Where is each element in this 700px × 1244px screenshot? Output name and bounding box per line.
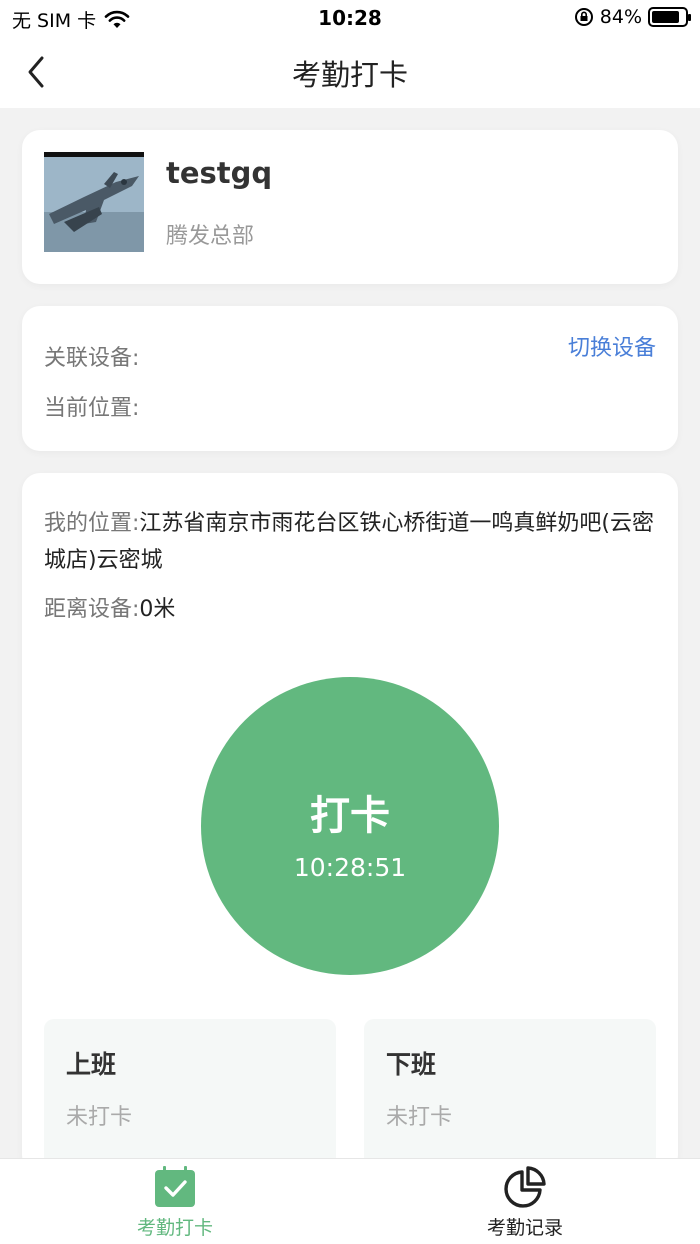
shift-status: 未打卡 bbox=[386, 1099, 452, 1131]
distance-line: 距离设备:0米 bbox=[44, 591, 175, 623]
shift-title: 下班 bbox=[386, 1045, 436, 1081]
punch-time: 10:28:51 bbox=[201, 853, 499, 882]
distance-label: 距离设备: bbox=[44, 597, 139, 622]
jet-image bbox=[44, 152, 144, 252]
calendar-check-icon bbox=[153, 1165, 197, 1209]
nav-bar: 考勤打卡 bbox=[0, 38, 700, 108]
tab-attendance-punch[interactable]: 考勤打卡 bbox=[0, 1159, 350, 1244]
switch-device-button[interactable]: 切换设备 bbox=[568, 330, 656, 362]
punch-button[interactable]: 打卡 10:28:51 bbox=[201, 677, 499, 975]
battery-text: 84% bbox=[600, 6, 642, 28]
page-title: 考勤打卡 bbox=[0, 52, 700, 94]
shift-title: 上班 bbox=[66, 1045, 116, 1081]
distance-value: 0米 bbox=[139, 597, 175, 622]
current-location-label: 当前位置: bbox=[44, 390, 139, 422]
user-name: testgq bbox=[166, 156, 272, 190]
status-bar: 无 SIM 卡 10:28 84% bbox=[0, 0, 700, 38]
tab-label: 考勤记录 bbox=[350, 1213, 700, 1240]
status-right: 84% bbox=[574, 6, 688, 28]
my-location-line: 我的位置:江苏省南京市雨花台区铁心桥街道一鸣真鲜奶吧(云密城店)云密城 bbox=[44, 505, 656, 579]
linked-device-label: 关联设备: bbox=[44, 340, 139, 372]
pie-chart-icon bbox=[503, 1165, 547, 1209]
profile-card: testgq 腾发总部 bbox=[22, 130, 678, 284]
orientation-lock-icon bbox=[574, 7, 594, 27]
tab-label: 考勤打卡 bbox=[0, 1213, 350, 1240]
attendance-page: 无 SIM 卡 10:28 84% 考勤打卡 bbox=[0, 0, 700, 1244]
avatar bbox=[44, 152, 144, 252]
punch-card: 我的位置:江苏省南京市雨花台区铁心桥街道一鸣真鲜奶吧(云密城店)云密城 距离设备… bbox=[22, 473, 678, 1173]
user-department: 腾发总部 bbox=[166, 218, 254, 250]
tab-attendance-records[interactable]: 考勤记录 bbox=[350, 1159, 700, 1244]
device-card: 关联设备: 当前位置: 切换设备 bbox=[22, 306, 678, 451]
tab-bar: 考勤打卡 考勤记录 bbox=[0, 1158, 700, 1244]
shift-status: 未打卡 bbox=[66, 1099, 132, 1131]
battery-icon bbox=[648, 7, 688, 27]
my-location-label: 我的位置: bbox=[44, 511, 139, 536]
battery-fill bbox=[652, 11, 679, 23]
punch-label: 打卡 bbox=[201, 783, 499, 841]
